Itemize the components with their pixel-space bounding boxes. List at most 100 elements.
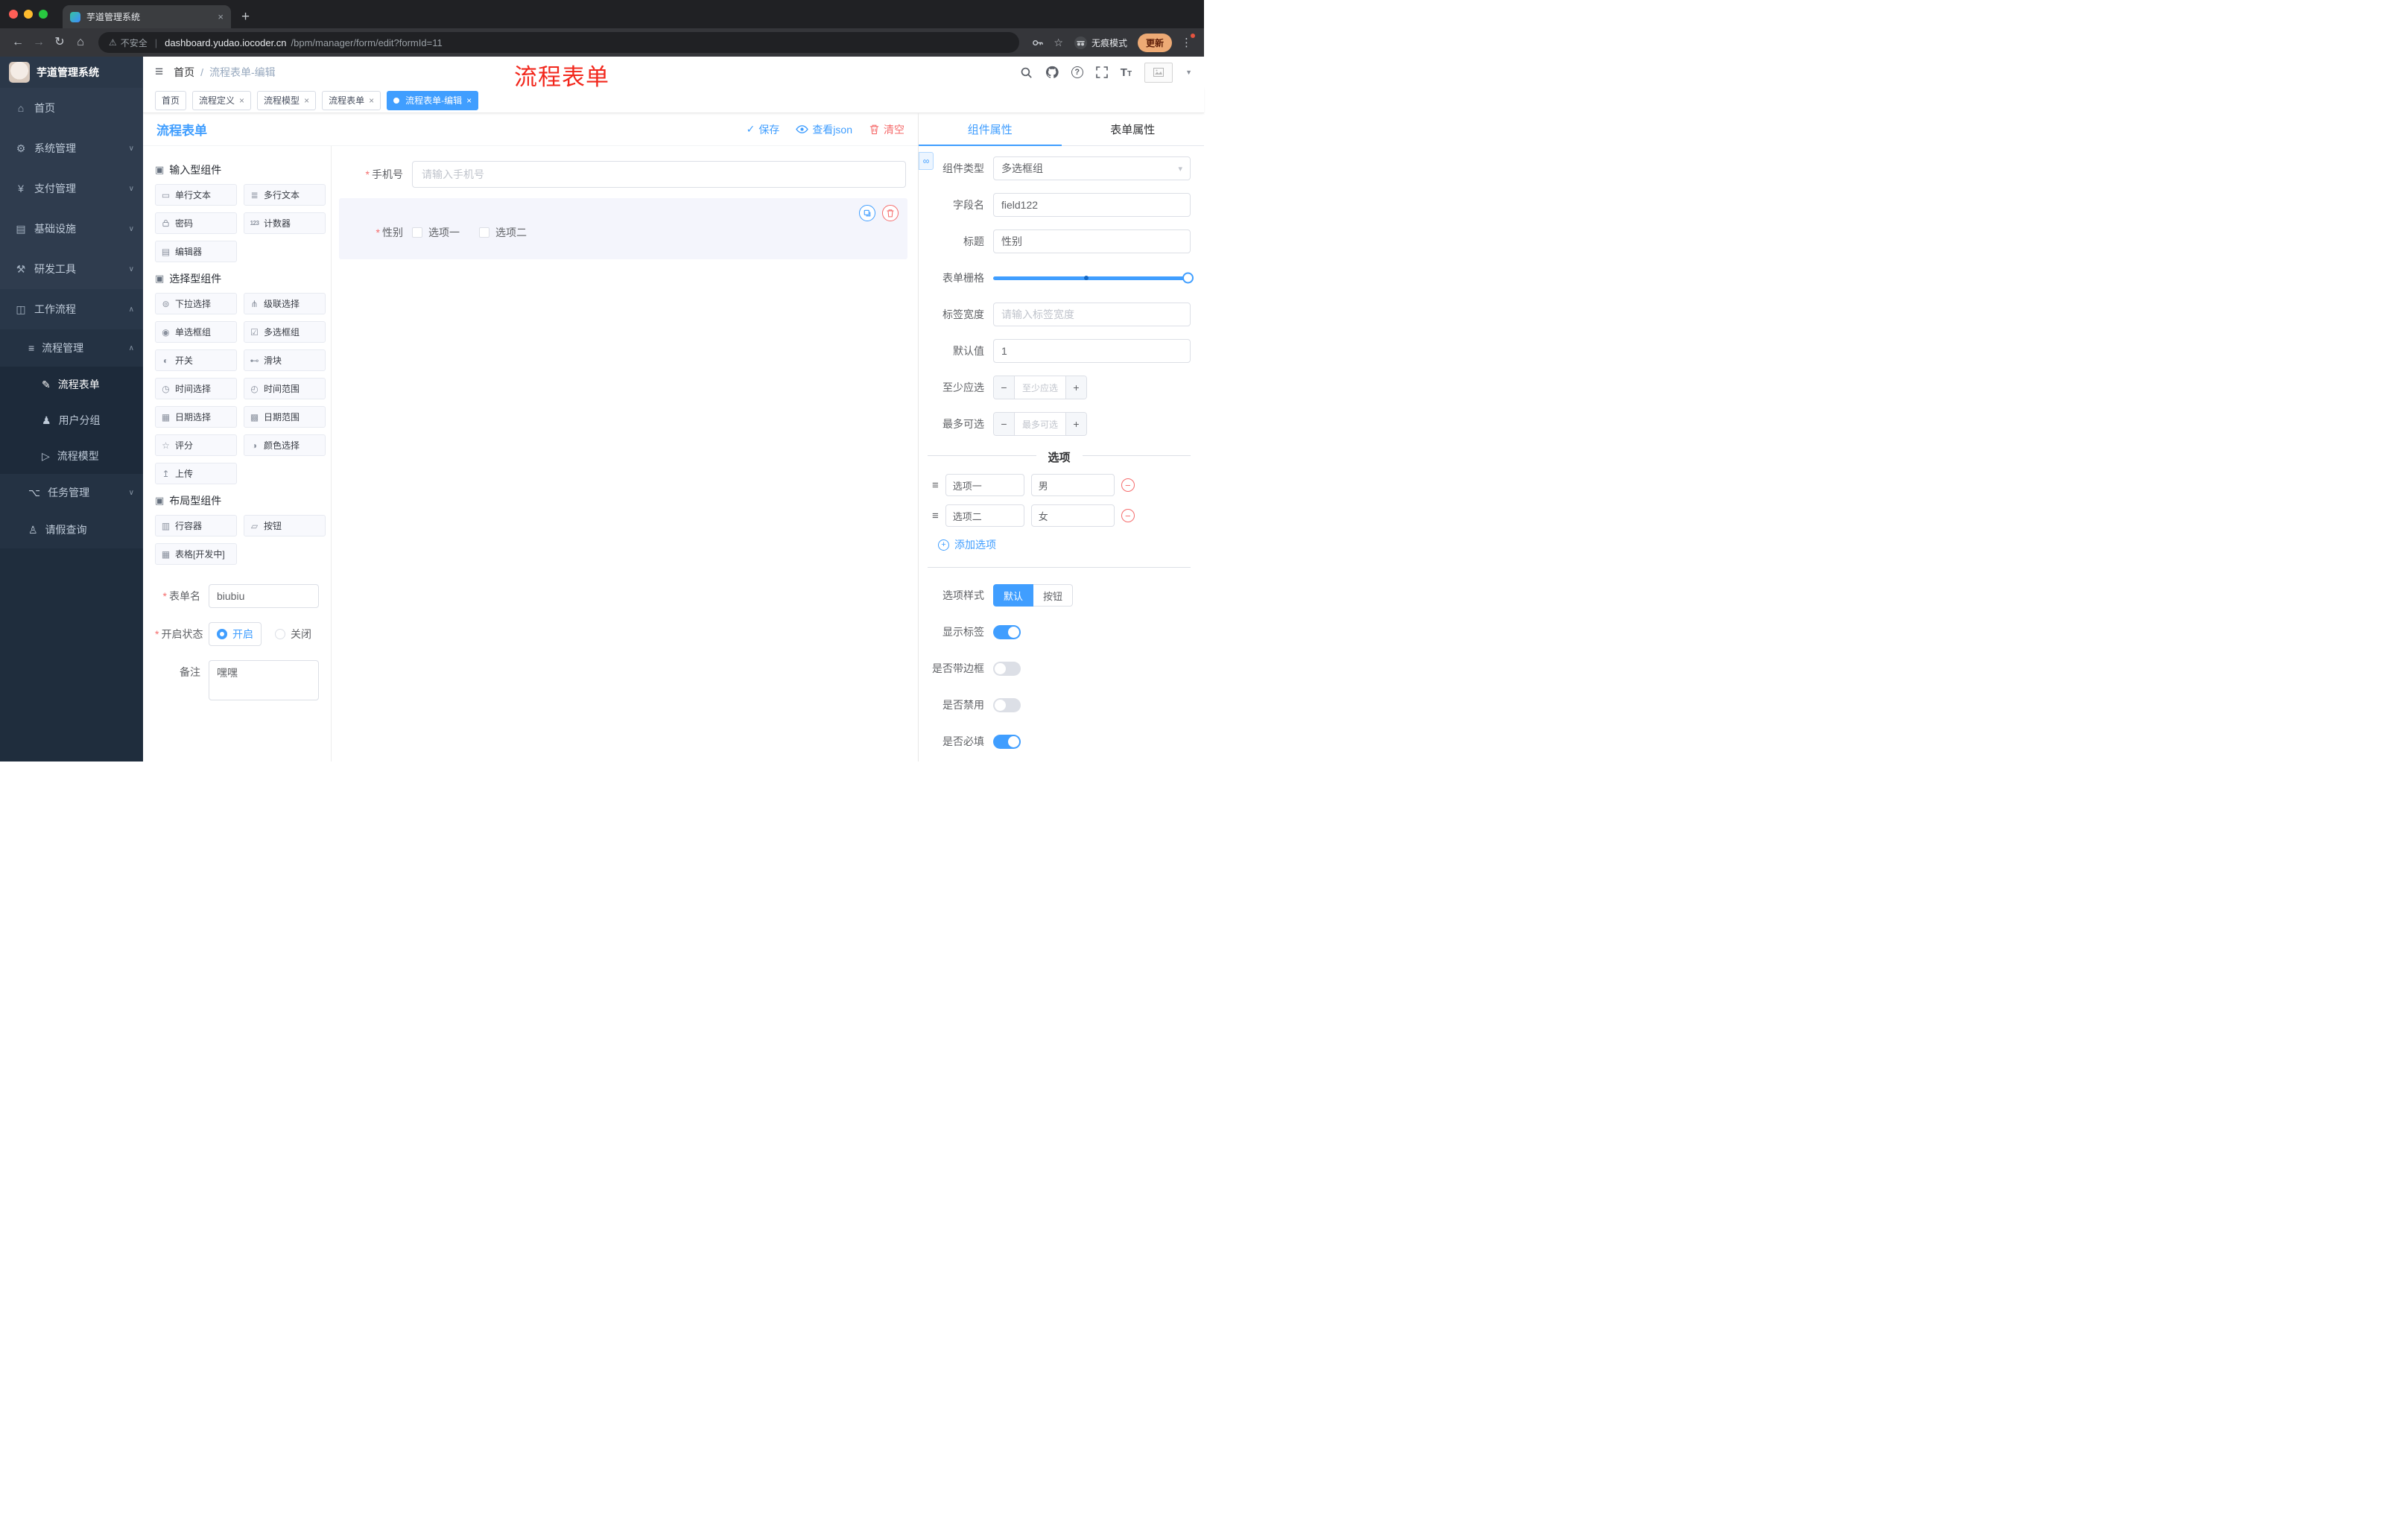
new-tab-button[interactable]: + [241,10,250,24]
palette-item-checkbox-group[interactable]: ☑ 多选框组 [244,321,326,343]
field-name-input[interactable] [993,193,1191,217]
palette-item-counter[interactable]: 123 计数器 [244,212,326,234]
security-warning[interactable]: ⚠ 不安全 [109,37,148,49]
radio-option-off[interactable]: 关闭 [275,627,311,642]
reload-button[interactable]: ↻ [49,37,70,48]
tab-form-properties[interactable]: 表单属性 [1062,113,1205,145]
sidebar-item-devtools[interactable]: ⚒ 研发工具 ∨ [0,249,143,289]
palette-item-color-picker[interactable]: ◑ 颜色选择 [244,434,326,456]
update-button[interactable]: 更新 [1137,33,1172,52]
style-default-button[interactable]: 默认 [993,584,1034,607]
phone-input[interactable] [412,161,906,188]
option-label-input[interactable] [945,474,1024,496]
view-json-button[interactable]: 查看json [796,122,852,137]
font-size-icon[interactable]: TT [1121,66,1132,79]
add-option-button[interactable]: + 添加选项 [938,537,1191,552]
tag-close-icon[interactable]: × [466,95,472,106]
form-remark-textarea[interactable]: 嘿嘿 [209,660,319,700]
tag-process-model[interactable]: 流程模型 × [257,90,317,110]
title-input[interactable] [993,229,1191,253]
tag-home[interactable]: 首页 [155,90,187,110]
palette-item-slider[interactable]: ⊷ 滑块 [244,349,326,371]
palette-item-date-range[interactable]: ▩ 日期范围 [244,406,326,428]
tab-close-icon[interactable]: × [218,11,224,22]
increase-button[interactable]: + [1065,413,1086,435]
canvas-widget-phone[interactable]: 手机号 [339,158,907,198]
clear-button[interactable]: 清空 [869,122,904,137]
sidebar-item-process-management[interactable]: ≡ 流程管理 ∧ [0,329,143,367]
user-avatar[interactable] [1144,62,1173,83]
palette-item-upload[interactable]: ↥ 上传 [155,463,237,484]
bookmark-star-icon[interactable]: ☆ [1054,37,1063,49]
palette-item-time-picker[interactable]: ◷ 时间选择 [155,378,237,399]
sidebar-item-leave-query[interactable]: ♙ 请假查询 [0,511,143,548]
remove-option-button[interactable]: − [1121,509,1135,522]
palette-item-password[interactable]: 密码 [155,212,237,234]
sidebar-item-process-model[interactable]: ▷ 流程模型 [0,438,143,474]
slider-handle[interactable] [1182,272,1194,284]
home-button[interactable]: ⌂ [70,37,91,48]
delete-widget-button[interactable] [882,205,899,221]
sidebar-item-user-groups[interactable]: ♟ 用户分组 [0,402,143,438]
palette-item-button[interactable]: ▱ 按钮 [244,515,326,536]
github-icon[interactable] [1045,66,1059,79]
sidebar-item-payment[interactable]: ¥ 支付管理 ∨ [0,168,143,209]
checkbox-option-1[interactable]: 选项一 [412,225,460,240]
tag-process-definition[interactable]: 流程定义 × [192,90,252,110]
zoom-window-button[interactable] [39,10,48,19]
tab-component-properties[interactable]: 组件属性 [919,113,1062,146]
copy-widget-button[interactable] [859,205,875,221]
tag-close-icon[interactable]: × [304,95,309,106]
canvas-widget-gender-selected[interactable]: 性别 选项一 选项二 [339,198,907,259]
palette-item-table[interactable]: ▦ 表格[开发中] [155,543,237,565]
palette-item-row-container[interactable]: ▥ 行容器 [155,515,237,536]
tag-process-form-edit[interactable]: 流程表单-编辑 × [387,90,479,110]
form-name-input[interactable] [209,584,319,608]
checkbox-icon[interactable] [479,227,489,238]
tag-process-form[interactable]: 流程表单 × [322,90,381,110]
checkbox-icon[interactable] [412,227,422,238]
palette-item-select[interactable]: ⊚ 下拉选择 [155,293,237,314]
help-icon[interactable]: ? [1071,66,1083,78]
palette-item-radio-group[interactable]: ◉ 单选框组 [155,321,237,343]
checkbox-option-2[interactable]: 选项二 [479,225,527,240]
required-toggle[interactable] [993,734,1021,749]
option-label-input[interactable] [945,504,1024,527]
default-value-input[interactable] [993,339,1191,363]
palette-item-switch[interactable]: ◐ 开关 [155,349,237,371]
decrease-button[interactable]: − [994,376,1015,399]
close-window-button[interactable] [9,10,18,19]
save-button[interactable]: ✓ 保存 [747,122,780,137]
drag-handle-icon[interactable]: ≡ [932,510,939,522]
browser-menu-icon[interactable]: ⋮ [1181,34,1195,49]
palette-item-rate[interactable]: ☆ 评分 [155,434,237,456]
palette-item-editor[interactable]: ▤ 编辑器 [155,241,237,262]
show-label-toggle[interactable] [993,624,1021,639]
sidebar-item-infrastructure[interactable]: ▤ 基础设施 ∨ [0,209,143,249]
remove-option-button[interactable]: − [1121,478,1135,492]
component-type-select[interactable]: 多选框组 ▾ [993,156,1191,180]
grid-slider[interactable] [993,266,1194,290]
tag-close-icon[interactable]: × [369,95,374,106]
max-select-placeholder[interactable]: 最多可选 [1015,413,1065,435]
address-bar[interactable]: ⚠ 不安全 | dashboard.yudao.iocoder.cn/bpm/m… [98,32,1020,53]
disabled-toggle[interactable] [993,697,1021,712]
palette-item-time-range[interactable]: ◴ 时间范围 [244,378,326,399]
border-toggle[interactable] [993,661,1021,676]
option-value-input[interactable] [1030,474,1115,496]
sidebar-item-task-management[interactable]: ⌥ 任务管理 ∨ [0,474,143,511]
label-width-input[interactable] [993,303,1191,326]
style-button-button[interactable]: 按钮 [1033,584,1074,607]
radio-option-on[interactable]: 开启 [209,622,262,646]
breadcrumb-home[interactable]: 首页 [174,65,194,80]
increase-button[interactable]: + [1065,376,1086,399]
sidebar-item-system[interactable]: ⚙ 系统管理 ∨ [0,128,143,168]
browser-tab[interactable]: 芋道管理系统 × [63,5,231,28]
avatar-caret-icon[interactable]: ▼ [1185,69,1192,76]
forward-button[interactable]: → [28,37,49,48]
tag-close-icon[interactable]: × [239,95,244,106]
drag-handle-icon[interactable]: ≡ [932,479,939,492]
palette-item-date-picker[interactable]: ▦ 日期选择 [155,406,237,428]
password-key-icon[interactable] [1032,37,1044,48]
link-icon[interactable]: ∞ [919,152,934,170]
